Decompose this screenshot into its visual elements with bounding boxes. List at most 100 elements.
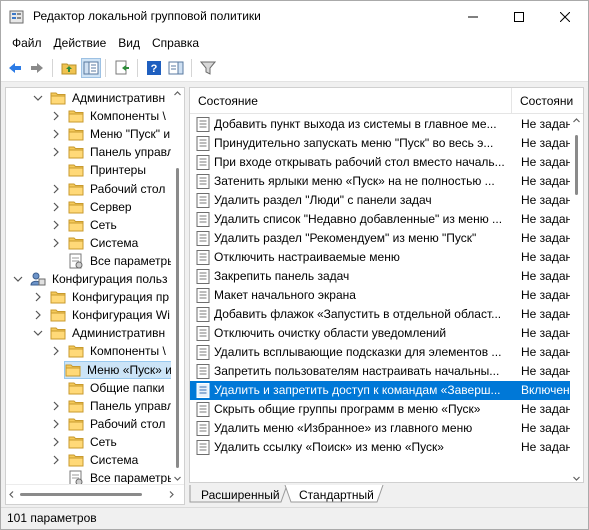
menu-bar: Файл Действие Вид Справка (1, 32, 588, 54)
chevron-right-icon[interactable] (50, 110, 62, 122)
chevron-placeholder (50, 472, 62, 484)
list-vertical-scrollbar[interactable] (570, 115, 583, 482)
tree-item[interactable]: Меню "Пуск" и (6, 125, 171, 143)
policy-row[interactable]: Затенить ярлыки меню «Пуск» на не полнос… (190, 172, 572, 191)
chevron-right-icon[interactable] (50, 436, 62, 448)
policy-row[interactable]: Макет начального экрана Не задан (190, 286, 572, 305)
chevron-placeholder (50, 382, 62, 394)
chevron-right-icon[interactable] (50, 183, 62, 195)
chevron-right-icon[interactable] (50, 454, 62, 466)
tree-item[interactable]: Панель управл (6, 143, 171, 161)
tree-item[interactable]: Компоненты \ (6, 342, 168, 360)
policy-row[interactable]: Удалить раздел "Люди" с панели задач Не з… (190, 191, 572, 210)
policy-setting-icon (196, 155, 210, 170)
menu-help[interactable]: Справка (147, 34, 204, 52)
menu-view[interactable]: Вид (113, 34, 145, 52)
all-settings-icon (68, 470, 84, 484)
policy-row[interactable]: Запретить пользователям настраивать нача… (190, 362, 572, 381)
tree-item[interactable]: Конфигурация польз (6, 270, 170, 288)
navigation-tree[interactable]: Административн Компоненты \ Меню "Пуск" и П… (5, 87, 185, 505)
menu-action[interactable]: Действие (49, 34, 112, 52)
tree-horizontal-scrollbar[interactable] (6, 484, 184, 504)
tree-item[interactable]: Компоненты \ (6, 107, 168, 125)
tree-item[interactable]: Общие папки (6, 379, 166, 397)
policy-row[interactable]: Добавить флажок «Запустить в отдельной о… (190, 305, 572, 324)
properties-pane-button[interactable] (166, 58, 186, 78)
chevron-right-icon[interactable] (50, 201, 62, 213)
policy-row[interactable]: Отключить настраиваемые меню Не задан (190, 248, 572, 267)
tree-item[interactable]: Конфигурация Wi (6, 306, 171, 324)
show-hide-tree-button[interactable] (81, 58, 101, 78)
tree-item[interactable]: Сеть (6, 433, 119, 451)
tree-item[interactable]: Конфигурация пр (6, 288, 171, 306)
policy-row[interactable]: Удалить и запретить доступ к командам «З… (190, 381, 570, 400)
tree-item[interactable]: Принтеры (6, 161, 148, 179)
tree-item[interactable]: Система (6, 451, 140, 469)
chevron-right-icon[interactable] (50, 400, 62, 412)
chevron-down-icon[interactable] (32, 327, 44, 339)
chevron-right-icon[interactable] (50, 345, 62, 357)
folder-icon (68, 452, 84, 468)
policy-row[interactable]: При входе открывать рабочий стол вместо … (190, 153, 572, 172)
chevron-right-icon[interactable] (32, 291, 44, 303)
tree-item[interactable]: Все параметры (6, 469, 171, 484)
tree-item[interactable]: Сеть (6, 216, 119, 234)
chevron-right-icon[interactable] (50, 219, 62, 231)
policy-row[interactable]: Отключить очистку области уведомлений Не … (190, 324, 572, 343)
up-one-level-button[interactable] (59, 58, 79, 78)
policy-row[interactable]: Удалить всплывающие подсказки для элемен… (190, 343, 572, 362)
export-list-button[interactable] (112, 58, 132, 78)
chevron-right-icon[interactable] (50, 128, 62, 140)
minimize-button[interactable] (450, 1, 496, 32)
scroll-up-arrow-icon (573, 118, 580, 123)
policy-name: Удалить ссылку «Поиск» из меню «Пуск» (214, 440, 444, 454)
policy-row[interactable]: Принудительно запускать меню "Пуск" во в… (190, 134, 572, 153)
close-button[interactable] (542, 1, 588, 32)
tree-item[interactable]: Меню «Пуск» и (64, 360, 171, 379)
folder-icon (68, 434, 84, 450)
back-button[interactable] (5, 58, 25, 78)
chevron-right-icon[interactable] (32, 309, 44, 321)
policy-name: Удалить список "Недавно добавленные" из … (214, 212, 503, 226)
tree-item[interactable]: Все параметры (6, 252, 171, 270)
tree-item[interactable]: Панель управл (6, 397, 171, 415)
title-bar[interactable]: Редактор локальной групповой политики (1, 1, 588, 32)
policy-row[interactable]: Закрепить панель задач Не задан (190, 267, 572, 286)
policy-row[interactable]: Добавить пункт выхода из системы в главн… (190, 115, 572, 134)
chevron-right-icon[interactable] (50, 146, 62, 158)
chevron-down-icon[interactable] (12, 273, 24, 285)
policy-row[interactable]: Скрыть общие группы программ в меню «Пус… (190, 400, 572, 419)
chevron-right-icon[interactable] (50, 418, 62, 430)
maximize-button[interactable] (496, 1, 542, 32)
tree-item[interactable]: Сервер (6, 198, 134, 216)
tree-vertical-scrollbar[interactable] (171, 88, 184, 484)
column-header-setting[interactable]: Состояние (190, 88, 510, 114)
tree-item[interactable]: Система (6, 234, 140, 252)
chevron-right-icon[interactable] (50, 237, 62, 249)
help-button[interactable]: ? (144, 58, 164, 78)
menu-file[interactable]: Файл (7, 34, 47, 52)
tree-item-label: Система (90, 453, 139, 467)
policy-row[interactable]: Удалить ссылку «Поиск» из меню «Пуск» Не … (190, 438, 572, 457)
policy-setting-icon (196, 421, 210, 436)
policy-row[interactable]: Удалить меню «Избранное» из главного мен… (190, 419, 572, 438)
filter-button[interactable] (198, 58, 218, 78)
policy-row[interactable]: Удалить список "Недавно добавленные" из … (190, 210, 572, 229)
policy-name: Удалить всплывающие подсказки для элемен… (214, 345, 502, 359)
tree-item[interactable]: Рабочий стол (6, 415, 167, 433)
policy-setting-icon (196, 288, 210, 303)
tab-standard[interactable]: Стандартный (291, 485, 382, 504)
chevron-down-icon[interactable] (32, 92, 44, 104)
tree-item-label: Меню «Пуск» и (87, 362, 171, 377)
tree-item-label: Административн (72, 91, 166, 105)
tab-extended[interactable]: Расширенный (193, 485, 288, 504)
settings-list[interactable]: Состояние Состояни Добавить пункт выхода… (189, 87, 584, 483)
tree-item[interactable]: Рабочий стол (6, 180, 167, 198)
tree-item[interactable]: Административн (6, 89, 167, 107)
toolbar: ? (1, 54, 588, 82)
policy-row[interactable]: Удалить раздел "Рекомендуем" из меню "Пу… (190, 229, 572, 248)
tree-item-label: Все параметры (90, 253, 171, 268)
column-header-state[interactable]: Состояни (512, 88, 583, 114)
forward-button[interactable] (27, 58, 47, 78)
tree-item[interactable]: Административн (6, 324, 167, 342)
